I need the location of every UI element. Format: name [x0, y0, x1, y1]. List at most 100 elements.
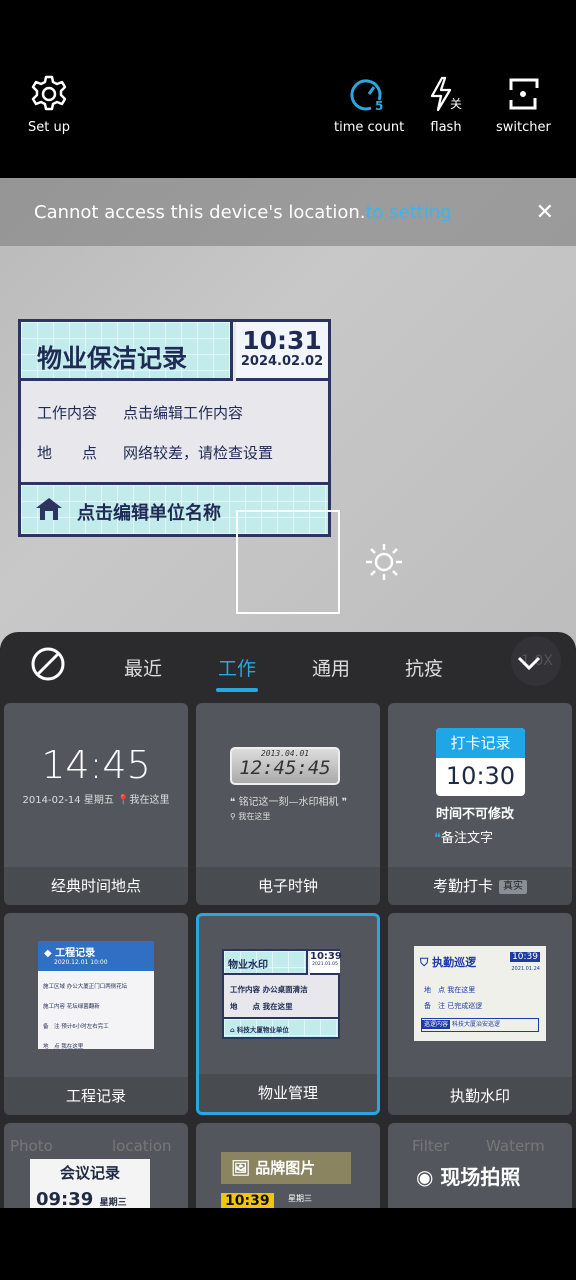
category-tabs: 最近 工作 通用 抗疫 1.0X: [0, 632, 576, 700]
card-meeting[interactable]: Photo location 会议记录 09:39 星期三: [4, 1123, 188, 1208]
preview-row: 备 注 已完成巡逻: [424, 1002, 483, 1010]
watermark-title[interactable]: 物业保洁记录: [21, 322, 233, 381]
banner-message: Cannot access this device's location.: [34, 201, 366, 223]
preview-tag-value: 科技大厦治安巡逻: [451, 1021, 500, 1028]
row-value: 网络较差，请检查设置: [123, 444, 274, 462]
ghost-label: Photo: [10, 1137, 53, 1155]
card-attendance[interactable]: 打卡记录 10:30 时间不可修改 ❝备注文字 考勤打卡 真实: [388, 703, 572, 905]
preview-unit: 科技大厦物业单位: [236, 1026, 289, 1034]
preview-time: 10:39: [510, 952, 540, 962]
watermark-clock: 10:31 2024.02.02: [236, 322, 328, 381]
preview-row: 工作内容 办公桌面清洁: [230, 985, 308, 994]
card-property-management[interactable]: 物业水印 10:39 2021.01.05 工作内容 办公桌面清洁地 点 我在这里…: [196, 913, 380, 1115]
tab-general[interactable]: 通用: [312, 654, 350, 681]
preview-date: 2021.01.05: [312, 962, 338, 967]
card-patrol[interactable]: ⛉ 执勤巡逻 10:39 2021.01.24 地 点 我在这里备 注 已完成巡…: [388, 913, 572, 1115]
card-label: 执勤水印: [388, 1077, 572, 1115]
preview-head: 现场拍照: [440, 1165, 521, 1189]
preview-note: 时间不可修改: [436, 807, 515, 822]
card-label: 工程记录: [4, 1077, 188, 1115]
preview-quote: 铭记这一刻—水印相机: [238, 797, 339, 808]
preview-time: 09:39: [36, 1189, 94, 1208]
collapse-button[interactable]: 1.0X: [511, 636, 561, 686]
ghost-label: location: [112, 1137, 172, 1155]
focus-frame[interactable]: [236, 510, 340, 614]
preview-time: 10:39: [310, 951, 342, 962]
no-watermark-icon[interactable]: [30, 646, 66, 682]
tab-recent[interactable]: 最近: [124, 654, 162, 681]
preview-row: 地 点 我在这里: [230, 1002, 293, 1011]
card-label: 考勤打卡 真实: [388, 867, 572, 905]
watermark-panel: 最近 工作 通用 抗疫 1.0X 14:45 2014-02-14 星期五 📍我…: [0, 632, 576, 1208]
flash-off-icon: 关: [430, 76, 462, 112]
unit-name: 点击编辑单位名称: [77, 503, 221, 524]
svg-text:关: 关: [450, 97, 462, 111]
row-label: 地 点: [37, 444, 98, 462]
brightness-icon[interactable]: [364, 542, 404, 582]
preview-row: 施工内容 花坛绿菌翻新: [43, 1004, 100, 1010]
ghost-label: Waterm: [486, 1137, 545, 1155]
setup-label: Set up: [28, 120, 70, 135]
tab-work[interactable]: 工作: [215, 654, 259, 692]
flash-label: flash: [430, 120, 462, 135]
preview-row: 地 点 我在这里: [43, 1044, 84, 1050]
watermark-date: 2024.02.02: [240, 354, 324, 369]
card-digital-clock[interactable]: 2013.04.01 12:45:45 ❝ 铭记这一刻—水印相机 ❞ ⚲ 我在这…: [196, 703, 380, 905]
camera-viewfinder[interactable]: Cannot access this device's location. to …: [0, 178, 576, 648]
card-label: 经典时间地点: [4, 867, 188, 905]
preview-head: 会议记录: [60, 1164, 121, 1182]
watermark-row[interactable]: 地 点 网络较差，请检查设置: [37, 442, 273, 463]
preview-head: 工程记录: [55, 948, 96, 959]
svg-text:5: 5: [375, 99, 383, 113]
card-label-text: 考勤打卡: [432, 877, 493, 895]
card-engineering[interactable]: ◆ 工程记录 2020.12.01 10:00 施工区域 办公大厦正门口两侧花坛 …: [4, 913, 188, 1115]
gear-icon: [31, 75, 67, 111]
preview-location: 我在这里: [238, 812, 271, 821]
card-site-photo[interactable]: Filter Waterm ◉ 现场拍照: [388, 1123, 572, 1208]
time-count-label: time count: [334, 120, 405, 135]
preview-row: 施工区域 办公大厦正门口两侧花坛: [43, 984, 128, 990]
top-toolbar: Set up 5 time count 关 flash switcher: [0, 0, 576, 178]
setup-button[interactable]: Set up: [28, 74, 70, 135]
preview-day: 星期三: [99, 1198, 127, 1208]
camera-icon: ◉: [416, 1165, 434, 1189]
ghost-label: Filter: [412, 1137, 450, 1155]
to-setting-link[interactable]: to setting: [365, 202, 451, 223]
preview-location: 我在这里: [129, 795, 170, 806]
time-count-button[interactable]: 5 time count: [334, 74, 404, 135]
location-banner: Cannot access this device's location. to …: [0, 178, 576, 246]
preview-date: 2021.01.24: [511, 966, 540, 972]
preview-tag: 巡逻内容: [422, 1020, 451, 1029]
preview-remark: 备注文字: [441, 831, 494, 846]
row-value: 点击编辑工作内容: [123, 404, 244, 422]
home-icon: [36, 498, 62, 520]
preview-time: 14:45: [41, 743, 151, 787]
row-label: 工作内容: [37, 404, 98, 422]
switcher-button[interactable]: switcher: [496, 74, 551, 135]
tab-epidemic[interactable]: 抗疫: [405, 654, 443, 681]
preview-head: 品牌图片: [255, 1159, 316, 1177]
preview-head: 执勤巡逻: [432, 956, 477, 969]
watermark-time: 10:31: [242, 326, 322, 355]
preview-day: 星期三: [288, 1194, 312, 1203]
preview-head: 打卡记录: [436, 728, 525, 758]
preview-head: 物业水印: [224, 951, 308, 975]
preview-date: 2020.12.01 10:00: [54, 959, 108, 966]
watermark-row[interactable]: 工作内容 点击编辑工作内容: [37, 402, 243, 423]
card-label: 物业管理: [199, 1074, 377, 1112]
close-icon[interactable]: ✕: [536, 200, 554, 225]
card-classic-time-location[interactable]: 14:45 2014-02-14 星期五 📍我在这里 经典时间地点: [4, 703, 188, 905]
lcd-clock: 2013.04.01 12:45:45: [230, 747, 340, 785]
flash-button[interactable]: 关 flash: [426, 74, 466, 135]
preview-time: 10:30: [445, 762, 516, 790]
lcd-time: 12:45:45: [239, 757, 331, 779]
watermark-overlay[interactable]: 物业保洁记录 10:31 2024.02.02 工作内容 点击编辑工作内容 地 点…: [18, 319, 331, 537]
timer-icon: 5: [350, 79, 383, 113]
preview-date: 2014-02-14 星期五: [22, 795, 114, 806]
switcher-label: switcher: [496, 120, 551, 135]
card-brand-image[interactable]: 🖼 品牌图片 10:39 星期三: [196, 1123, 380, 1208]
preview-row: 备 注 预计6小时左右完工: [43, 1024, 109, 1030]
chevron-down-icon: [517, 656, 541, 671]
real-badge: 真实: [499, 879, 527, 894]
pin-icon: 📍: [117, 795, 130, 806]
